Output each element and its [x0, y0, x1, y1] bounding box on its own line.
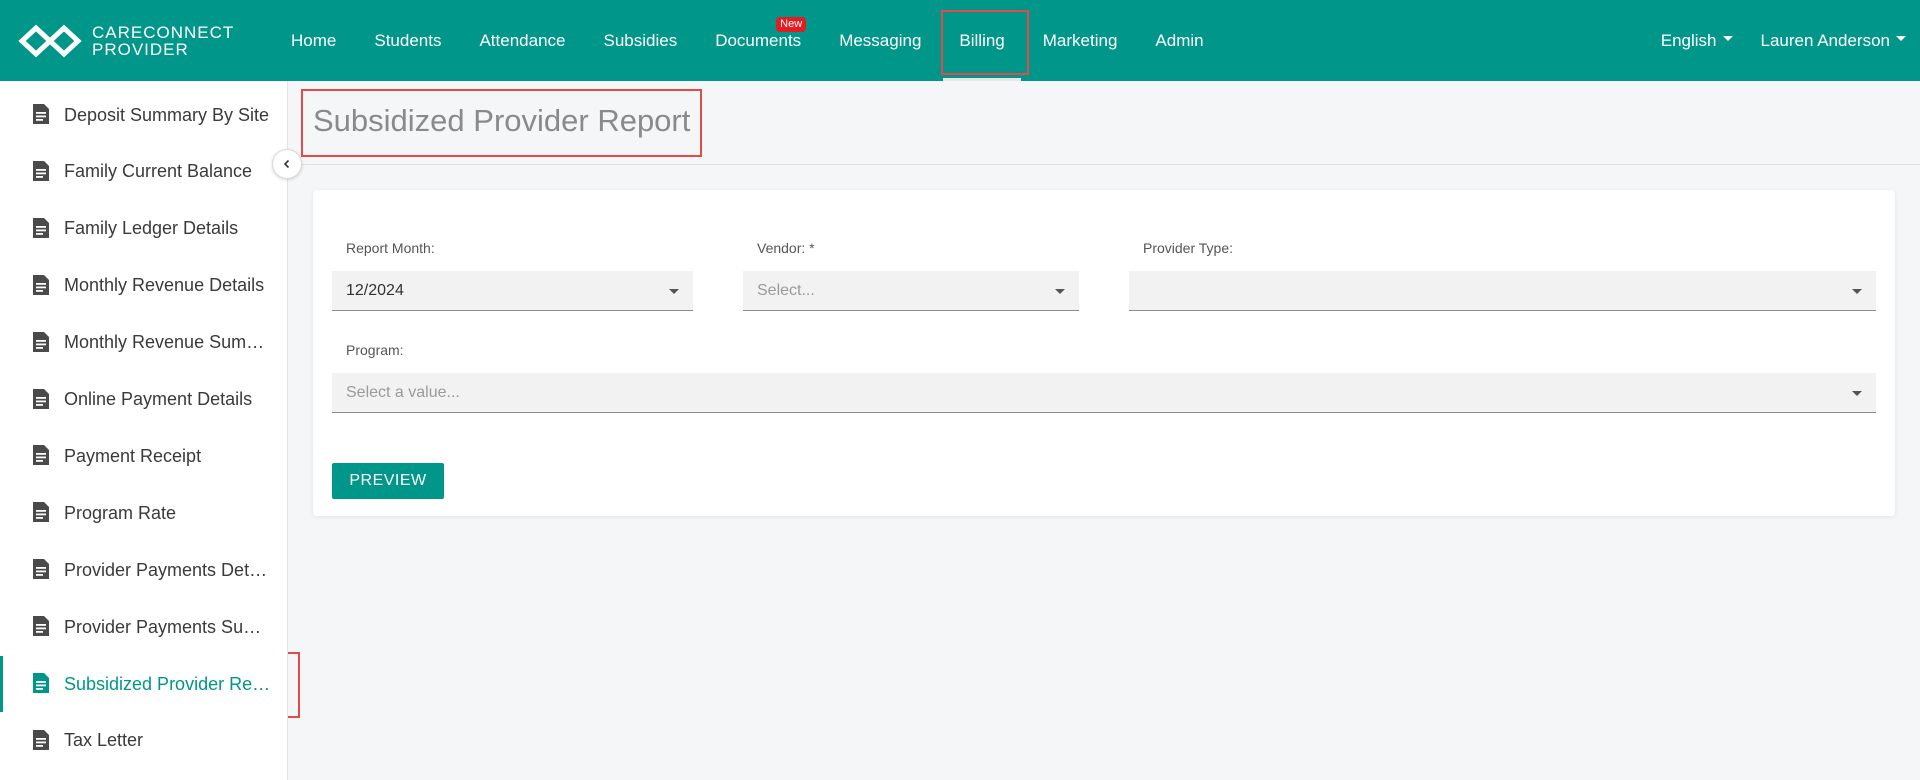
preview-button[interactable]: PREVIEW [332, 463, 444, 499]
caret-down-icon [1722, 36, 1733, 41]
nav-marketing[interactable]: Marketing [1024, 0, 1137, 81]
nav-billing[interactable]: Billing [940, 0, 1023, 81]
vendor-select[interactable]: Select... [743, 271, 1079, 311]
document-icon [32, 160, 50, 187]
logo-icon [18, 24, 82, 58]
document-icon [32, 217, 50, 244]
document-icon [32, 672, 50, 699]
vendor-label: Vendor: * [757, 240, 815, 256]
document-icon [32, 558, 50, 585]
sidebar-item-label: Family Current Balance [64, 161, 253, 182]
sidebar-item-program-rate[interactable]: Program Rate [0, 493, 287, 533]
vendor-placeholder: Select... [757, 281, 815, 299]
language-label: English [1660, 30, 1717, 50]
sidebar-item-tax-letter[interactable]: Tax Letter [0, 721, 287, 761]
nav-label: Home [291, 30, 337, 50]
nav-home[interactable]: Home [272, 0, 355, 81]
document-icon [32, 103, 50, 130]
nav-label: Messaging [839, 30, 922, 50]
nav-label: Students [374, 30, 442, 50]
nav-label: Admin [1155, 30, 1204, 50]
main-nav: Home Students Attendance Subsidies Documents… [272, 0, 1223, 81]
careconnect-logo[interactable]: CARECONNECT PROVIDER [18, 24, 234, 58]
sidebar-item-monthly-revenue-summary[interactable]: Monthly Revenue Summary [0, 323, 287, 363]
user-name: Lauren Anderson [1760, 30, 1891, 50]
dropdown-arrow-icon [669, 289, 679, 294]
document-icon [32, 331, 50, 358]
nav-messaging[interactable]: Messaging [820, 0, 940, 81]
language-dropdown[interactable]: English [1661, 31, 1733, 51]
sidebar-item-label: Subsidized Provider Report [64, 673, 276, 694]
document-icon [32, 501, 50, 528]
provider-type-select[interactable] [1129, 271, 1876, 311]
nav-students[interactable]: Students [355, 0, 460, 81]
report-month-label: Report Month: [346, 240, 435, 256]
sidebar-item-subsidized-provider-report[interactable]: Subsidized Provider Report [0, 656, 287, 712]
sidebar-item-label: Monthly Revenue Summary [64, 332, 276, 353]
sidebar-item-label: Family Ledger Details [64, 218, 239, 239]
report-month-select[interactable]: 12/2024 [332, 271, 693, 311]
user-menu[interactable]: Lauren Anderson [1760, 30, 1906, 51]
sidebar-item-label: Provider Payments Summary [64, 616, 276, 637]
program-select[interactable]: Select a value... [332, 373, 1876, 413]
sidebar-item-family-current-balance[interactable]: Family Current Balance [0, 152, 287, 192]
sidebar-item-monthly-revenue-details[interactable]: Monthly Revenue Details [0, 266, 287, 306]
sidebar-item-label: Provider Payments Details [64, 559, 276, 580]
report-month-value: 12/2024 [346, 281, 404, 299]
sidebar-item-label: Payment Receipt [64, 445, 202, 466]
nav-label: Marketing [1042, 30, 1118, 50]
nav-documents[interactable]: Documents New [696, 0, 820, 81]
sidebar-item-label: Deposit Summary By Site [64, 104, 270, 125]
sidebar-item-label: Tax Letter [64, 730, 144, 751]
document-icon [32, 274, 50, 301]
top-nav-bar: CARECONNECT PROVIDER Home Students Attenda… [0, 0, 1920, 81]
nav-admin[interactable]: Admin [1136, 0, 1222, 81]
sidebar-item-provider-payments-summary[interactable]: Provider Payments Summary [0, 607, 287, 647]
dropdown-arrow-icon [1852, 289, 1862, 294]
report-form-card [313, 190, 1895, 516]
collapse-sidebar-button[interactable] [272, 149, 302, 179]
nav-label: Attendance [479, 30, 566, 50]
chevron-left-icon [283, 159, 290, 169]
document-icon [32, 444, 50, 471]
dropdown-arrow-icon [1055, 289, 1065, 294]
nav-subsidies[interactable]: Subsidies [584, 0, 696, 81]
sidebar-item-payment-receipt[interactable]: Payment Receipt [0, 436, 287, 476]
sidebar-item-label: Monthly Revenue Details [64, 275, 265, 296]
program-placeholder: Select a value... [346, 383, 460, 401]
title-divider [289, 164, 1920, 165]
nav-attendance[interactable]: Attendance [460, 0, 584, 81]
page-title: Subsidized Provider Report [313, 103, 691, 138]
brand-line1: CARECONNECT [92, 23, 235, 42]
provider-type-label: Provider Type: [1143, 240, 1234, 256]
sidebar-item-provider-payments-details[interactable]: Provider Payments Details [0, 550, 287, 590]
reports-sidebar: Deposit Summary By Site Family Current Ba… [0, 81, 288, 780]
sidebar-item-family-ledger-details[interactable]: Family Ledger Details [0, 209, 287, 249]
dropdown-arrow-icon [1852, 391, 1862, 396]
sidebar-item-deposit-summary-by-site[interactable]: Deposit Summary By Site [0, 95, 287, 135]
sidebar-item-label: Program Rate [64, 502, 177, 523]
caret-down-icon [1896, 36, 1906, 41]
brand-line2: PROVIDER [92, 40, 189, 59]
document-icon [32, 388, 50, 415]
nav-label: Billing [959, 30, 1005, 50]
nav-label: Documents [715, 30, 802, 50]
document-icon [32, 729, 50, 756]
sidebar-item-online-payment-details[interactable]: Online Payment Details [0, 380, 287, 420]
new-badge: New [776, 17, 807, 32]
nav-label: Subsidies [603, 30, 678, 50]
sidebar-item-label: Online Payment Details [64, 389, 253, 409]
document-icon [32, 615, 50, 642]
program-label: Program: [346, 342, 404, 358]
